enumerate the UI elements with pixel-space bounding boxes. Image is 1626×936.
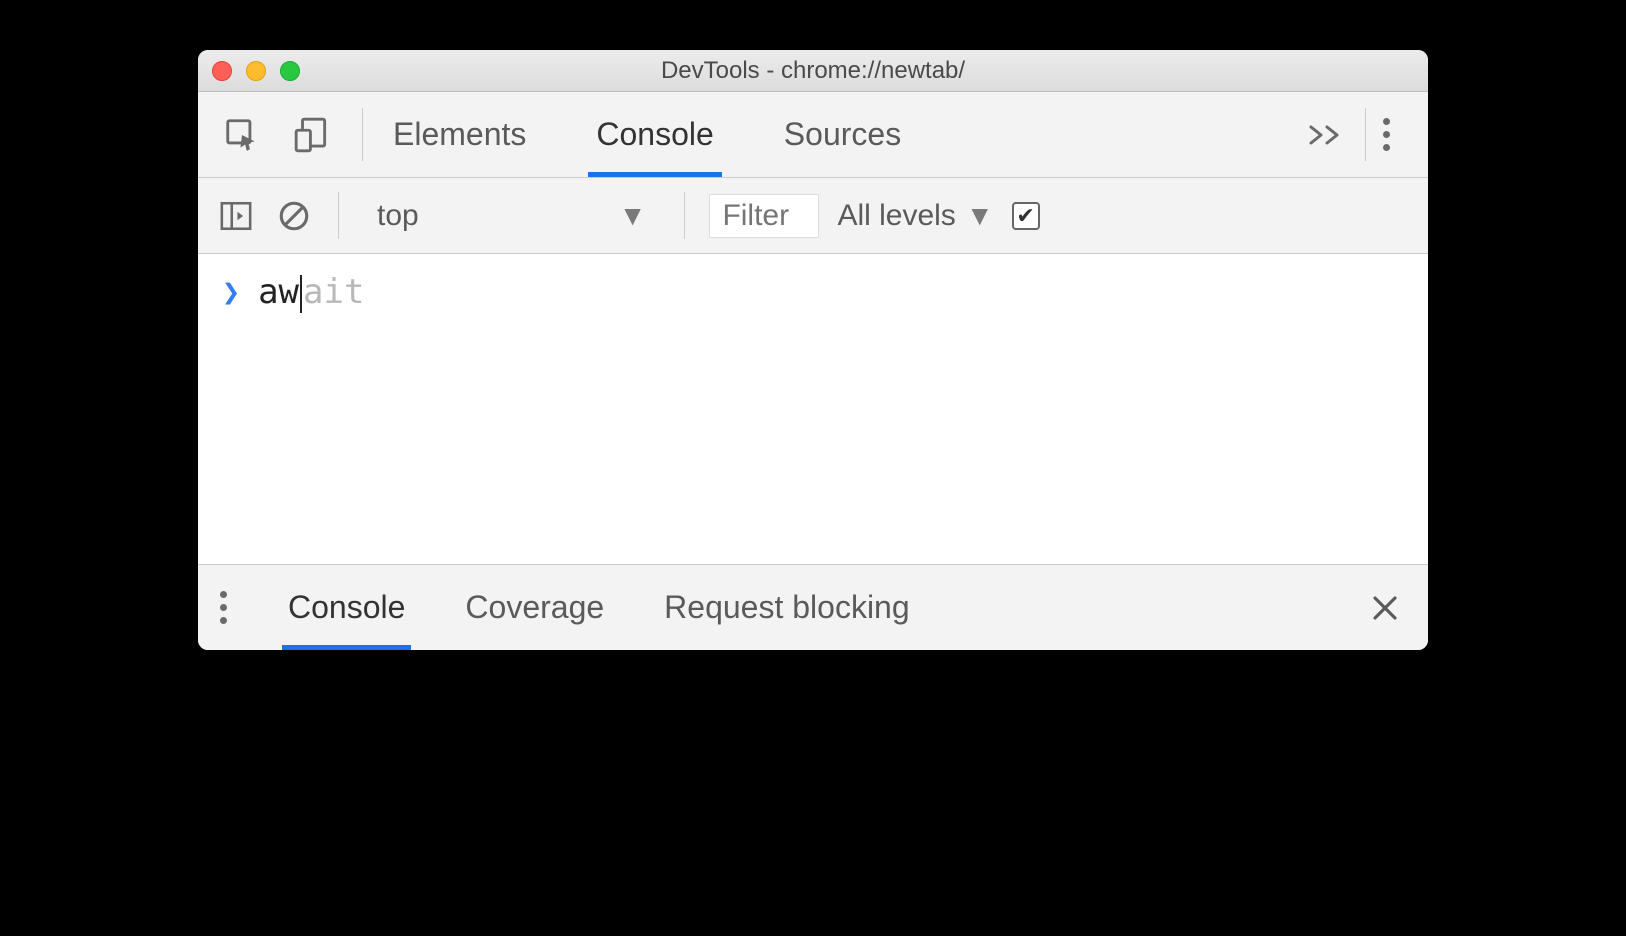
console-input[interactable]: await	[258, 272, 364, 313]
chevron-down-icon: ▼	[966, 200, 994, 232]
group-similar-checkbox[interactable]: ✔	[1012, 202, 1040, 230]
console-body[interactable]: ❯ await	[198, 254, 1428, 564]
tab-elements[interactable]: Elements	[393, 92, 526, 177]
console-toolbar: top ▼ All levels ▼ ✔	[198, 178, 1428, 254]
drawer-menu-icon[interactable]	[220, 565, 264, 650]
inspect-element-icon[interactable]	[220, 113, 264, 157]
drawer: Console Coverage Request blocking	[198, 564, 1428, 650]
main-tabs-list: Elements Console Sources	[393, 92, 1287, 177]
more-tabs-icon[interactable]	[1287, 92, 1365, 177]
device-toolbar-icon[interactable]	[290, 113, 334, 157]
close-window-button[interactable]	[212, 61, 232, 81]
context-selector-value: top	[377, 199, 419, 233]
main-tabs-bar: Elements Console Sources	[198, 92, 1428, 178]
minimize-window-button[interactable]	[246, 61, 266, 81]
drawer-tabs-list: Console Coverage Request blocking	[288, 565, 1364, 650]
settings-menu-icon[interactable]	[1366, 92, 1406, 177]
zoom-window-button[interactable]	[280, 61, 300, 81]
prompt-chevron-icon: ❯	[222, 275, 240, 310]
divider	[338, 192, 339, 239]
drawer-tab-coverage[interactable]: Coverage	[465, 565, 604, 650]
log-levels-label: All levels	[837, 199, 955, 233]
filter-input[interactable]	[709, 194, 819, 238]
log-levels-selector[interactable]: All levels ▼	[837, 199, 993, 233]
traffic-lights	[212, 61, 300, 81]
close-drawer-icon[interactable]	[1364, 565, 1406, 650]
divider	[684, 192, 685, 239]
context-selector[interactable]: top ▼	[363, 199, 660, 233]
divider	[362, 108, 363, 161]
titlebar: DevTools - chrome://newtab/	[198, 50, 1428, 92]
text-cursor	[300, 275, 302, 313]
devtools-window: DevTools - chrome://newtab/ Elements Con…	[198, 50, 1428, 650]
tab-console[interactable]: Console	[596, 92, 713, 177]
typed-text: aw	[258, 272, 299, 312]
left-icon-group	[220, 92, 362, 177]
autocomplete-suggestion: ait	[303, 272, 364, 312]
clear-console-icon[interactable]	[274, 196, 314, 236]
tab-sources[interactable]: Sources	[784, 92, 901, 177]
chevron-down-icon: ▼	[619, 200, 647, 232]
drawer-tab-request-blocking[interactable]: Request blocking	[664, 565, 909, 650]
console-sidebar-toggle-icon[interactable]	[216, 196, 256, 236]
console-prompt-line[interactable]: ❯ await	[222, 272, 1404, 313]
drawer-tab-console[interactable]: Console	[288, 565, 405, 650]
window-title: DevTools - chrome://newtab/	[198, 57, 1428, 85]
